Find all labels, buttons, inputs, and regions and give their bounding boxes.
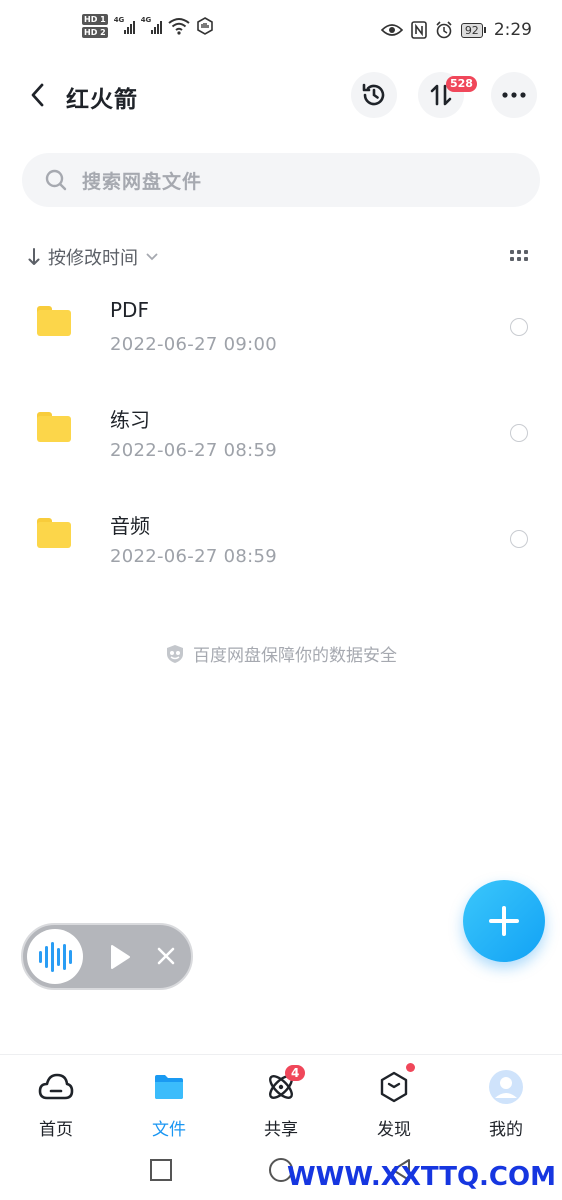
more-dots-icon: [502, 92, 526, 98]
battery-level: 92: [460, 22, 483, 38]
shield-icon: [167, 644, 183, 663]
search-placeholder: 搜索网盘文件: [82, 170, 203, 193]
signal-1-icon: 4G: [113, 16, 135, 34]
close-icon[interactable]: [156, 946, 176, 966]
hd-indicators: HD 1 HD 2: [82, 14, 108, 38]
transfer-button[interactable]: 528: [418, 72, 477, 118]
sort-selector[interactable]: 按修改时间: [28, 244, 158, 270]
chevron-down-icon: [146, 253, 158, 261]
wifi-icon: [168, 18, 190, 35]
battery-indicator: 92: [460, 22, 486, 38]
file-name: 音频: [110, 514, 150, 538]
history-icon: [362, 83, 385, 106]
sort-label: 按修改时间: [48, 248, 138, 269]
history-button[interactable]: [351, 72, 397, 118]
file-date: 2022-06-27 08:59: [110, 546, 278, 567]
arrow-down-icon: [28, 248, 40, 265]
add-button[interactable]: [463, 880, 545, 962]
file-date: 2022-06-27 09:00: [110, 334, 278, 355]
nav-label-files: 文件: [152, 1120, 186, 1140]
network-type-2: 4G: [140, 16, 152, 24]
play-icon[interactable]: [109, 944, 131, 970]
search-input[interactable]: 搜索网盘文件: [22, 153, 540, 207]
nav-item-files[interactable]: 文件: [129, 1069, 209, 1140]
page-title: 红火箭: [66, 87, 138, 113]
nav-item-share[interactable]: 4 共享: [241, 1065, 321, 1140]
file-date: 2022-06-27 08:59: [110, 440, 278, 461]
select-checkbox[interactable]: [510, 530, 528, 548]
folder-icon: [37, 306, 71, 336]
safety-text: 百度网盘保障你的数据安全: [193, 646, 397, 666]
hd2-indicator: HD 2: [82, 27, 108, 38]
nav-label-home: 首页: [39, 1120, 73, 1140]
file-name: 练习: [110, 408, 150, 432]
nav-label-me: 我的: [489, 1120, 523, 1140]
discover-cube-icon: [380, 1071, 408, 1103]
discover-notification-dot: [406, 1063, 415, 1072]
clock: 2:29: [493, 20, 532, 40]
grid-view-icon[interactable]: [510, 250, 528, 264]
plus-icon: [489, 906, 519, 936]
nav-item-me[interactable]: 我的: [466, 1069, 546, 1140]
signal-2-icon: 4G: [140, 16, 162, 34]
audio-mini-player[interactable]: [21, 923, 193, 990]
select-checkbox[interactable]: [510, 318, 528, 336]
network-type-1: 4G: [113, 16, 125, 24]
header: 红火箭 528: [0, 70, 562, 122]
back-button[interactable]: [22, 80, 52, 110]
hand-gesture-icon: [196, 17, 213, 35]
share-count-badge: 4: [285, 1065, 306, 1081]
recent-apps-icon[interactable]: [149, 1158, 173, 1182]
status-left: HD 1 HD 2 4G 4G: [82, 14, 214, 38]
status-right: 92 2:29: [380, 20, 532, 40]
nav-label-share: 共享: [264, 1120, 298, 1140]
nav-item-home[interactable]: 首页: [16, 1069, 96, 1140]
eye-icon: [380, 24, 403, 36]
more-button[interactable]: [491, 72, 537, 118]
nav-label-discover: 发现: [377, 1120, 411, 1140]
status-bar: HD 1 HD 2 4G 4G 92 2:29: [0, 0, 562, 62]
avatar-icon: [489, 1070, 523, 1104]
file-row-pdf[interactable]: PDF 2022-06-27 09:00: [0, 280, 562, 386]
file-row-practice[interactable]: 练习 2022-06-27 08:59: [0, 386, 562, 492]
folder-icon: [155, 1075, 183, 1099]
audio-wave-icon[interactable]: [27, 929, 83, 984]
select-checkbox[interactable]: [510, 424, 528, 442]
file-name: PDF: [110, 298, 149, 322]
hd1-indicator: HD 1: [82, 14, 108, 25]
safety-notice: 百度网盘保障你的数据安全: [0, 641, 562, 666]
folder-icon: [37, 518, 71, 548]
cloud-icon: [38, 1073, 74, 1100]
bottom-nav: 首页 文件 4 共享 发现 我的: [0, 1054, 562, 1146]
alarm-icon: [436, 21, 452, 39]
transfer-count-badge: 528: [446, 76, 477, 92]
nfc-icon: [411, 21, 427, 39]
watermark-text: WWW.XXTTQ.COM: [287, 1162, 556, 1192]
search-icon: [45, 169, 67, 191]
file-row-audio[interactable]: 音频 2022-06-27 08:59: [0, 492, 562, 598]
nav-item-discover[interactable]: 发现: [354, 1063, 434, 1140]
folder-icon: [37, 412, 71, 442]
chevron-left-icon: [31, 83, 44, 107]
